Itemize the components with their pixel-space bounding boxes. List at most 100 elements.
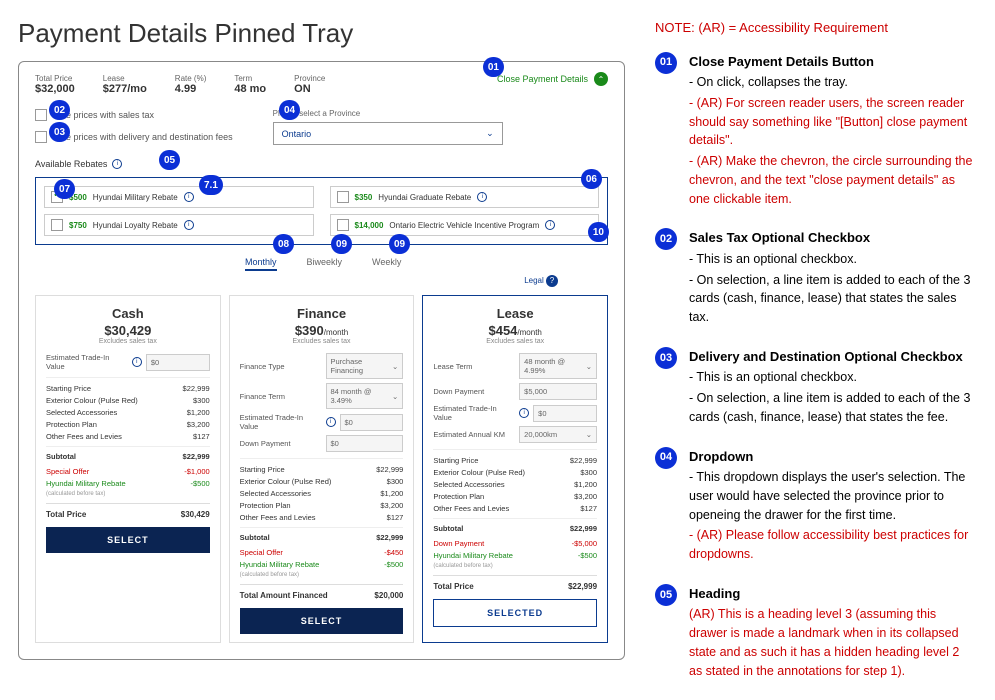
annotations-panel: NOTE: (AR) = Accessibility Requirement 0… [625,0,995,700]
line-label: Other Fees and Levies [240,513,316,522]
tab-monthly[interactable]: Monthly [245,257,277,271]
chevron-up-icon: ⌃ [594,72,608,86]
line-value: $300 [387,477,404,486]
lease-term-dropdown[interactable]: 48 month @ 4.99%⌄ [519,353,597,379]
line-label: Other Fees and Levies [433,504,509,513]
summary-rate: Rate (%) 4.99 [175,74,207,95]
rebate-amount: $350 [355,193,373,202]
military-rebate-value: -$500 [578,551,597,560]
tab-weekly[interactable]: Weekly [372,257,401,271]
summary-label: Total Price [35,74,75,83]
tray-frame: 01 02 03 04 05 06 07 7.1 08 09 09 10 Tot… [18,61,625,660]
trade-in-input[interactable]: $0 [146,354,210,371]
finance-type-dropdown[interactable]: Purchase Financing⌄ [326,353,404,379]
rebate-name: Hyundai Graduate Rebate [378,193,471,202]
line-value: $127 [580,504,597,513]
trade-in-label: Estimated Trade-In Value [433,404,515,422]
close-payment-details-button[interactable]: Close Payment Details ⌃ [497,72,608,86]
rebate-name: Hyundai Military Rebate [93,193,178,202]
annual-km-label: Estimated Annual KM [433,430,515,439]
annotation-title: Sales Tax Optional Checkbox [689,228,973,248]
info-icon[interactable]: i [184,220,194,230]
trade-in-input[interactable]: $0 [340,414,404,431]
line-label: Starting Price [240,465,285,474]
down-payment-input[interactable]: $5,000 [519,383,597,400]
card-price: $390/month [240,323,404,338]
legal-link[interactable]: Legal ? [524,275,558,287]
line-label: Exterior Colour (Pulse Red) [46,396,138,405]
annotation-item: 02 Sales Tax Optional Checkbox - This is a… [655,228,973,329]
rebate-graduate[interactable]: $350 Hyundai Graduate Rebate i [330,186,600,208]
special-offer-label: Special Offer [46,467,89,476]
province-dropdown-label: Please select a Province [273,109,608,118]
annotation-number-badge: 05 [655,584,677,606]
card-price: $30,429 [46,323,210,338]
subtotal-label: Subtotal [240,533,270,542]
select-finance-button[interactable]: SELECT [240,608,404,634]
annotation-badge-02: 02 [49,100,70,120]
info-icon[interactable]: i [477,192,487,202]
info-icon[interactable]: i [545,220,555,230]
page-title: Payment Details Pinned Tray [18,18,625,49]
info-icon[interactable]: i [326,417,336,427]
info-icon[interactable]: i [519,408,529,418]
rebate-name: Ontario Electric Vehicle Incentive Progr… [389,221,539,230]
checkbox-icon [35,131,47,143]
military-rebate-label: Hyundai Military Rebate [433,551,513,560]
excludes-text: Excludes sales tax [240,338,404,345]
checkbox-icon [35,109,47,121]
card-title: Finance [240,306,404,321]
rebate-amount: $14,000 [355,221,384,230]
annotation-line: - This is an optional checkbox. [689,250,973,269]
subtotal-label: Subtotal [433,524,463,533]
line-label: Protection Plan [240,501,291,510]
rebate-military[interactable]: $500 Hyundai Military Rebate i [44,186,314,208]
summary-value: 48 mo [234,83,266,95]
province-dropdown[interactable]: Ontario ⌄ [273,122,503,145]
military-rebate-value: -$500 [384,560,403,569]
checkbox-label: See prices with delivery and destination… [55,132,233,142]
total-value: $22,999 [568,582,597,591]
subtotal-value: $22,999 [376,533,403,542]
total-value: $20,000 [374,591,403,600]
down-payment-input[interactable]: $0 [326,435,404,452]
info-icon[interactable]: i [112,159,122,169]
down-payment-label: Down Payment [240,439,322,448]
cash-card: Cash $30,429 Excludes sales tax Estimate… [35,295,221,643]
annotation-number-badge: 02 [655,228,677,250]
total-label: Total Price [46,510,86,519]
down-payment-label: Down Payment [433,387,515,396]
line-label: Exterior Colour (Pulse Red) [240,477,332,486]
military-rebate-value: -$500 [190,479,209,488]
rebate-name: Hyundai Loyalty Rebate [93,221,178,230]
selected-lease-button[interactable]: SELECTED [433,599,597,627]
ar-note: NOTE: (AR) = Accessibility Requirement [655,18,973,38]
heading-text: Available Rebates [35,159,107,169]
trade-in-input[interactable]: $0 [533,405,597,422]
finance-term-dropdown[interactable]: 84 month @ 3.49%⌄ [326,383,404,409]
card-price: $454/month [433,323,597,338]
chevron-down-icon: ⌄ [586,362,592,371]
line-value: $3,200 [187,420,210,429]
legal-text: Legal [524,276,544,285]
chevron-down-icon: ⌄ [486,128,494,139]
annotation-number-badge: 04 [655,447,677,469]
calc-note: (calculated before tax) [240,572,404,578]
annual-km-dropdown[interactable]: 20,000km⌄ [519,426,597,443]
select-cash-button[interactable]: SELECT [46,527,210,553]
annotation-number-badge: 03 [655,347,677,369]
rebate-ev-incentive[interactable]: $14,000 Ontario Electric Vehicle Incenti… [330,214,600,236]
annotation-badge-05: 05 [159,150,180,170]
checkbox-icon [337,219,349,231]
summary-label: Lease [103,74,147,83]
finance-card: Finance $390/month Excludes sales tax Fi… [229,295,415,643]
summary-value: ON [294,83,325,95]
rebate-loyalty[interactable]: $750 Hyundai Loyalty Rebate i [44,214,314,236]
annotation-item: 04Dropdown- This dropdown displays the u… [655,447,973,566]
info-icon[interactable]: i [132,357,142,367]
info-icon[interactable]: i [184,192,194,202]
tab-biweekly[interactable]: Biweekly [307,257,343,271]
line-value: $1,200 [574,480,597,489]
annotation-line: - On selection, a line item is added to … [689,389,973,427]
calc-note: (calculated before tax) [433,563,597,569]
